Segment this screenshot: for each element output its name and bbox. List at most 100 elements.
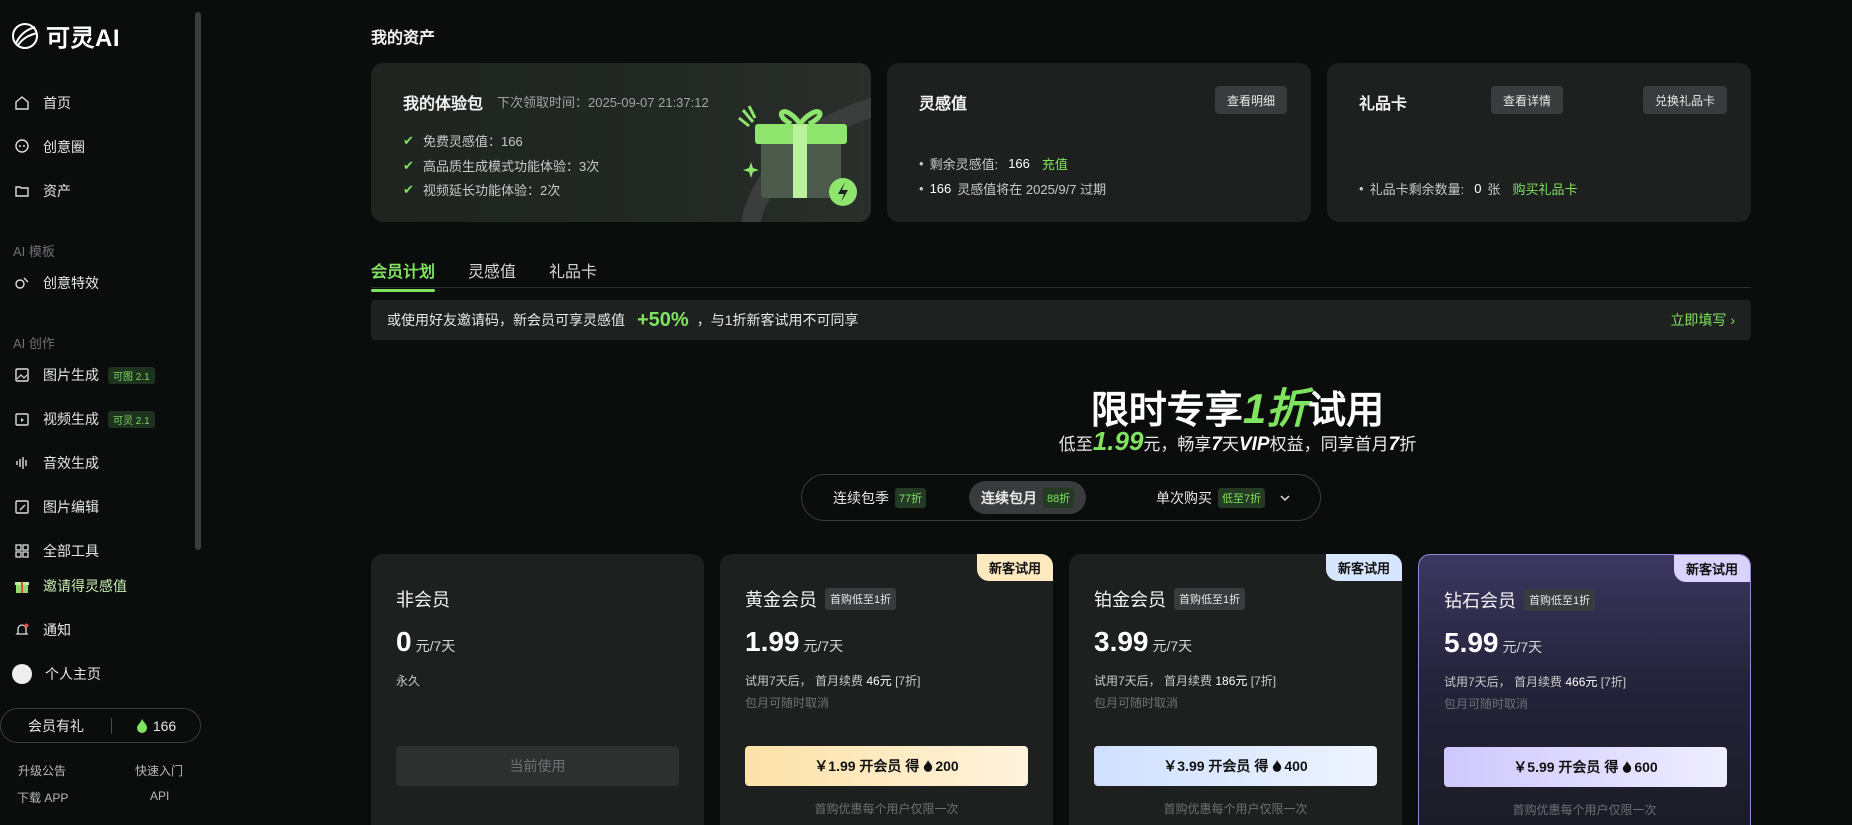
trial-item-text: 免费灵感值：166 [423,134,523,149]
new-user-trial-badge: 新客试用 [1673,555,1750,582]
sidebar-item-image-edit[interactable]: 图片编辑 [14,496,99,518]
plan-price-unit: 元/7天 [415,638,456,654]
renewal-discount: [7折] [1250,674,1277,688]
billing-monthly[interactable]: 连续包月 88折 [969,481,1087,514]
download-app-link[interactable]: 下载 APP [17,789,68,806]
expiry-text: 灵感值将在 2025/9/7 过期 [957,182,1107,197]
promo-sub-text: 折 [1399,435,1417,454]
plan-price-unit: 元/7天 [1152,638,1193,654]
sidebar-item-invite[interactable]: 邀请得灵感值 [14,575,127,597]
trial-item-text: 视频延长功能体验：2次 [423,183,561,198]
plan-note: 试用7天后， 首月续费 46元 [7折] [745,672,920,689]
promo-sub-text: 元，畅享 [1143,435,1212,454]
promo-vip: VIP [1238,434,1270,455]
plan-price: 5.99 元/7天 [1444,627,1542,659]
plan-name-text: 钻石会员 [1444,591,1516,611]
check-icon: ✔ [403,157,414,173]
view-gift-details-button[interactable]: 查看详情 [1490,86,1563,114]
promo-sub-text: 天 [1221,435,1239,454]
trial-item-text: 高品质生成模式功能体验：3次 [423,159,600,174]
view-details-button[interactable]: 查看明细 [1214,86,1287,114]
plan-tag: 首购低至1折 [1524,589,1596,611]
plan-name: 钻石会员 首购低至1折 [1444,587,1596,613]
billing-label: 连续包月 [981,489,1037,506]
flame-icon [1273,760,1282,772]
redeem-gift-card-button[interactable]: 兑换礼品卡 [1642,86,1727,114]
sidebar-item-label: 图片编辑 [43,499,99,515]
sidebar-item-all-tools[interactable]: 全部工具 [14,540,99,562]
sidebar-item-label: 资产 [43,183,71,199]
sidebar-item-notify[interactable]: 通知 [14,619,71,641]
api-link[interactable]: API [150,789,169,803]
trial-item: ✔ 高品质生成模式功能体验：3次 [403,156,599,175]
gift-box-illustration [738,98,871,222]
subscribe-diamond-button[interactable]: ￥5.99 开会员 得 600 [1444,747,1727,787]
trial-item: ✔ 视频延长功能体验：2次 [403,180,560,199]
trial-pack-card: 我的体验包 下次领取时间：2025-09-07 21:37:12 ✔ 免费灵感值：… [371,63,871,222]
plan-cancel-note: 包月可随时取消 [745,696,830,710]
gift-count-label: 礼品卡剩余数量: [1369,182,1465,197]
plan-card-platinum: 新客试用 铂金会员 首购低至1折 3.99 元/7天 试用7天后， 首月续费 186… [1069,554,1402,825]
sidebar-item-profile[interactable]: 个人主页 [12,663,101,685]
gift-card-card: 礼品卡 查看详情 兑换礼品卡 • 礼品卡剩余数量: 0 张 购买礼品卡 [1327,63,1751,222]
plan-price: 0 元/7天 [396,626,455,658]
plan-note-text: 试用7天后， 首月续费 [745,674,864,688]
promo-days: 7 [1211,434,1222,455]
effects-icon [15,277,29,289]
credits-value: 166 [152,717,177,734]
plan-price-value: 3.99 [1094,626,1149,657]
trial-item: ✔ 免费灵感值：166 [403,131,523,150]
page-title: 我的资产 [371,30,436,47]
invite-code-banner: 或使用好友邀请码，新会员可享灵感值 +50% ，与1折新客试用不可同享 立即填写… [371,300,1751,340]
billing-badge: 88折 [1043,487,1075,508]
subscribe-platinum-button[interactable]: ￥3.99 开会员 得 400 [1094,746,1377,786]
plan-price: 1.99 元/7天 [745,626,843,658]
member-gift-label[interactable]: 会员有礼 [1,716,111,736]
buy-gift-card-link[interactable]: 购买礼品卡 [1512,179,1577,198]
sidebar-item-assets[interactable]: 资产 [14,180,71,202]
billing-label: 连续包季 [833,489,889,506]
plan-price-value: 1.99 [745,626,800,657]
plan-note: 永久 [396,674,421,688]
quickstart-link[interactable]: 快速入门 [135,762,183,779]
billing-quarterly[interactable]: 连续包季 77折 [821,481,938,514]
sidebar-item-label: 个人主页 [45,666,101,682]
plan-tag: 首购低至1折 [1174,588,1246,610]
billing-one-time[interactable]: 单次购买 低至7折 [1144,481,1303,514]
renewal-price: 46元 [866,674,892,688]
updates-link[interactable]: 升级公告 [18,762,66,779]
sidebar-item-label: 邀请得灵感值 [43,578,127,594]
subscribe-gold-button[interactable]: ￥1.99 开会员 得 200 [745,746,1028,786]
grid-icon [15,544,29,558]
plan-name-text: 非会员 [396,590,450,610]
gift-card-count: • 礼品卡剩余数量: 0 张 购买礼品卡 [1359,179,1577,198]
fill-invite-code-link[interactable]: 立即填写 › [1670,310,1735,330]
current-plan-button: 当前使用 [396,746,679,786]
remaining-value: 166 [1008,156,1030,171]
promo-first-month-discount: 7 [1388,434,1400,455]
plan-tag: 首购低至1折 [825,588,897,610]
bonus-credits: 400 [1284,758,1308,774]
sidebar-item-community[interactable]: 创意圈 [14,136,85,158]
member-gift-box[interactable]: 会员有礼 166 [0,708,201,743]
credits-display[interactable]: 166 [112,718,200,734]
plan-cancel-note: 包月可随时取消 [1444,697,1529,711]
sidebar-scrollbar[interactable] [195,12,201,550]
remaining-credits: • 剩余灵感值: 166 充值 [919,154,1068,173]
gift-count-value: 0 [1474,181,1482,196]
sidebar-item-home[interactable]: 首页 [14,92,71,114]
plan-name-text: 黄金会员 [745,590,817,610]
promo-subtitle: 低至1.99元，畅享7天VIP权益，同享首月7折 [0,426,1852,457]
plan-footnote: 首购优惠每个用户仅限一次 [1163,802,1308,816]
renewal-discount: [7折] [895,674,921,688]
brand-name: 可灵AI [46,25,120,52]
home-icon [15,96,29,110]
logo[interactable]: 可灵AI [10,18,120,53]
credits-card-title: 灵感值 [919,96,968,113]
plan-name: 非会员 [396,586,450,612]
promo-discount: 1折 [1242,385,1309,432]
sidebar-item-effects[interactable]: 创意特效 [14,272,99,294]
community-icon [15,139,29,153]
chevron-down-icon [1280,494,1290,501]
recharge-link[interactable]: 充值 [1042,154,1068,173]
